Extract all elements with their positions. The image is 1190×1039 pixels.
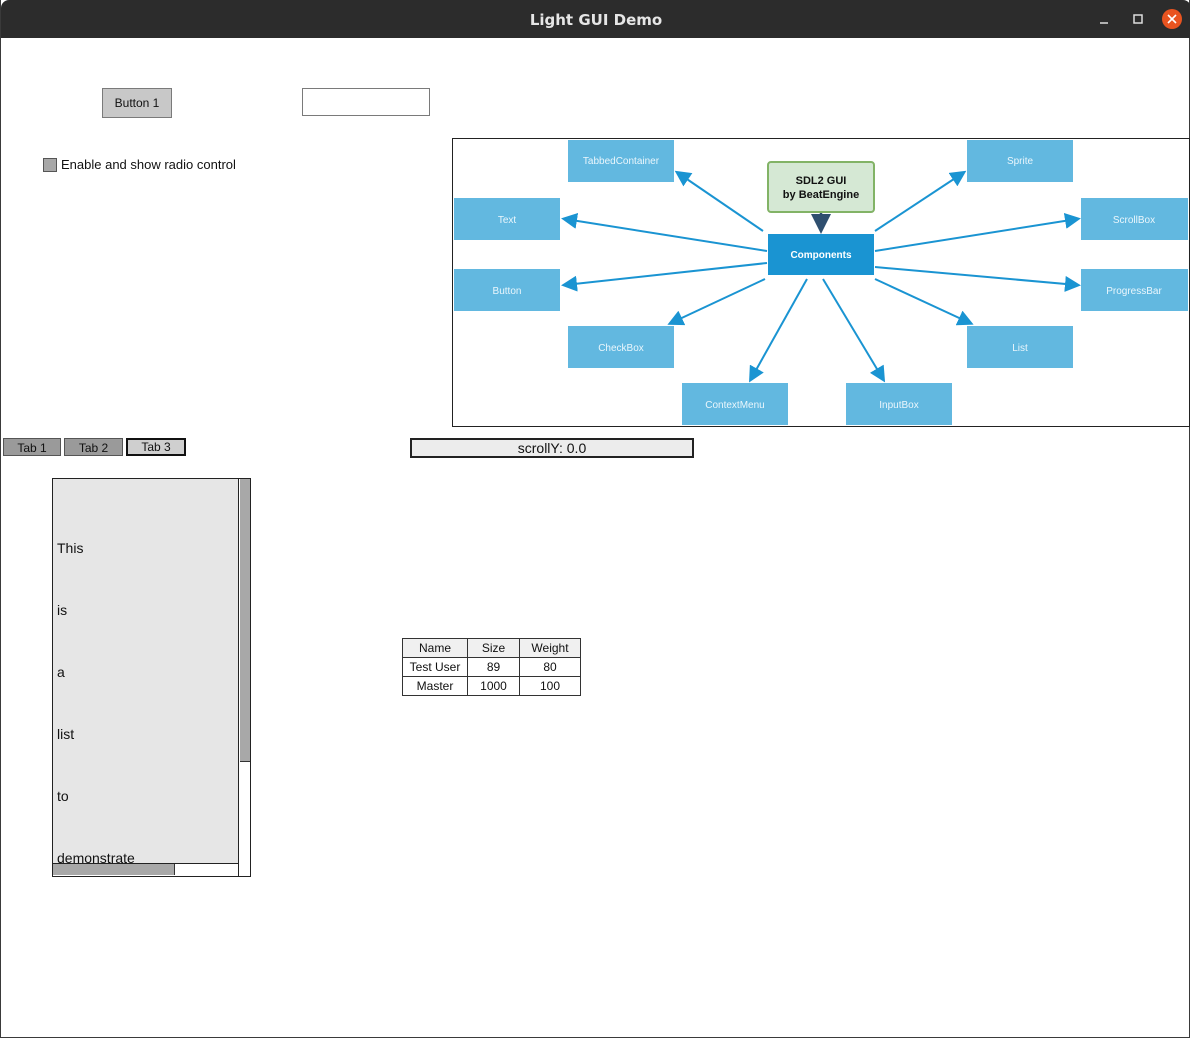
table-row: Test User 89 80	[402, 657, 581, 677]
table-header-name: Name	[402, 638, 468, 658]
vertical-scrollbar[interactable]	[238, 479, 250, 876]
table-header-row: Name Size Weight	[402, 638, 581, 658]
list-item[interactable]: a	[57, 664, 65, 680]
table-cell: 1000	[467, 676, 520, 696]
maximize-icon[interactable]	[1128, 9, 1148, 29]
table-header-size: Size	[467, 638, 520, 658]
list-item[interactable]: to	[57, 788, 69, 804]
table-cell: 89	[467, 657, 520, 677]
diagram-node-scrollbox: ScrollBox	[1113, 215, 1155, 226]
diagram-node-text: Text	[498, 215, 517, 226]
horizontal-scrollbar-thumb[interactable]	[53, 864, 175, 875]
scroll-y-indicator: scrollY: 0.0	[410, 438, 694, 458]
list-item[interactable]: This	[57, 540, 83, 556]
diagram-node-tabbed: TabbedContainer	[583, 156, 660, 167]
diagram-node-checkbox: CheckBox	[598, 343, 644, 354]
table-cell: 80	[519, 657, 581, 677]
checkbox-label: Enable and show radio control	[61, 157, 236, 172]
button-1[interactable]: Button 1	[102, 88, 172, 118]
diagram-node-contextmenu: ContextMenu	[705, 400, 764, 411]
list-content[interactable]: This is a list to demonstrate	[53, 479, 238, 863]
diagram-node-button: Button	[493, 286, 522, 297]
data-table: Name Size Weight Test User 89 80 Master …	[402, 638, 581, 696]
table-header-weight: Weight	[519, 638, 581, 658]
diagram-node-inputbox: InputBox	[879, 400, 918, 411]
table-row: Master 1000 100	[402, 676, 581, 696]
tab-3[interactable]: Tab 3	[126, 438, 186, 456]
tab-2[interactable]: Tab 2	[64, 438, 123, 456]
diagram-center-node: Components	[790, 250, 852, 261]
diagram-node-list: List	[1012, 343, 1028, 354]
vertical-scrollbar-thumb[interactable]	[240, 479, 250, 762]
diagram-root-line1: SDL2 GUI	[796, 175, 847, 187]
diagram-node-progressbar: ProgressBar	[1106, 286, 1162, 297]
title-bar[interactable]: Light GUI Demo	[1, 0, 1190, 38]
table-cell: 100	[519, 676, 581, 696]
list-item[interactable]: list	[57, 726, 74, 742]
components-diagram-sprite: SDL2 GUI by BeatEngine Components Tabbed…	[452, 138, 1190, 427]
diagram-node-sprite: Sprite	[1007, 156, 1034, 167]
list-item[interactable]: is	[57, 602, 67, 618]
window-title: Light GUI Demo	[529, 11, 663, 29]
scroll-list[interactable]: This is a list to demonstrate	[52, 478, 251, 877]
text-input[interactable]	[302, 88, 430, 116]
radio-enable-checkbox[interactable]	[43, 158, 57, 172]
table-cell: Master	[402, 676, 468, 696]
app-window: Light GUI Demo Button 1 Enable and show …	[0, 0, 1190, 1038]
horizontal-scrollbar[interactable]	[53, 863, 238, 876]
tab-1[interactable]: Tab 1	[3, 438, 61, 456]
minimize-icon[interactable]	[1094, 9, 1114, 29]
list-item[interactable]: demonstrate	[57, 850, 135, 863]
table-cell: Test User	[402, 657, 468, 677]
diagram-root-line2: by BeatEngine	[783, 189, 859, 201]
close-icon[interactable]	[1162, 9, 1182, 29]
